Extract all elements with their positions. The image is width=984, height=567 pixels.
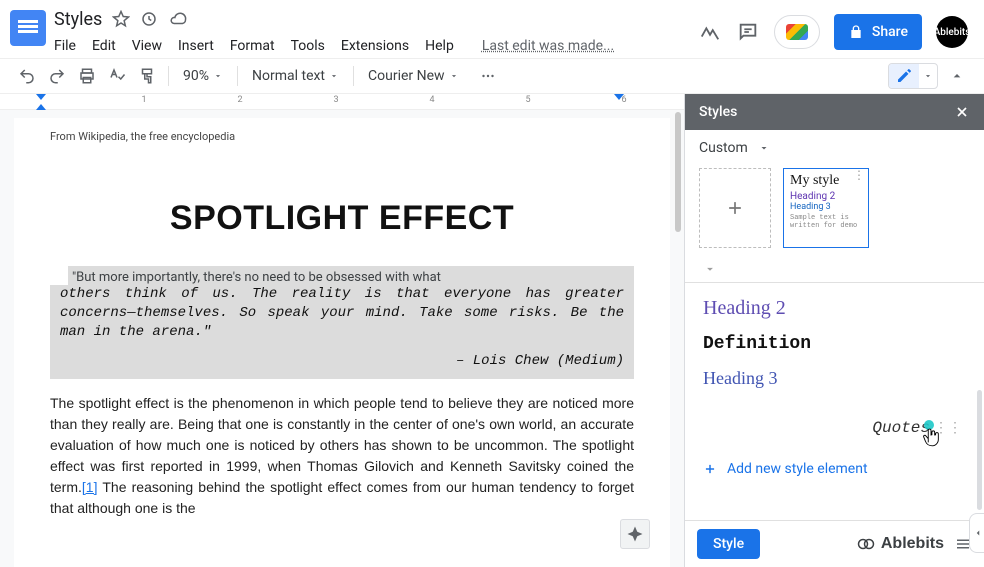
pencil-icon: [889, 64, 919, 88]
quote-block: others think of us. The reality is that …: [50, 285, 634, 379]
ablebits-logo-icon: [857, 535, 875, 553]
style-definition[interactable]: Definition: [703, 334, 966, 354]
ruler-tick: 3: [288, 95, 384, 105]
preset-title: My style: [790, 173, 862, 189]
zoom-dropdown[interactable]: 90%: [177, 63, 229, 89]
docs-logo-icon[interactable]: [10, 10, 46, 46]
add-style-element-button[interactable]: Add new style element: [685, 455, 984, 487]
plus-icon: [703, 462, 717, 476]
collapse-sidepanel-button[interactable]: [969, 513, 984, 553]
menu-view[interactable]: View: [132, 38, 162, 54]
style-heading3[interactable]: Heading 3: [703, 368, 966, 389]
panel-title: Styles: [699, 104, 737, 120]
ruler[interactable]: 1 2 3 4 5 6: [0, 94, 684, 110]
ruler-tick: 1: [96, 95, 192, 105]
add-preset-button[interactable]: [699, 168, 771, 248]
document-area: 1 2 3 4 5 6 From Wikipedia, the free enc…: [0, 94, 684, 567]
ruler-tick: 5: [480, 95, 576, 105]
menu-insert[interactable]: Insert: [178, 38, 214, 54]
move-icon[interactable]: [140, 10, 158, 28]
quote-text: others think of us. The reality is that …: [60, 286, 624, 340]
menu-edit[interactable]: Edit: [92, 38, 116, 54]
print-button[interactable]: [74, 63, 100, 89]
style-heading2[interactable]: Heading 2: [703, 297, 966, 320]
explore-button[interactable]: [620, 519, 650, 549]
page[interactable]: From Wikipedia, the free encyclopedia SP…: [14, 118, 670, 567]
drag-handle-icon[interactable]: ⋮⋮: [934, 424, 962, 432]
zoom-value: 90%: [183, 68, 209, 84]
menu-file[interactable]: File: [54, 38, 76, 54]
spellcheck-button[interactable]: [104, 63, 130, 89]
page-subtitle: From Wikipedia, the free encyclopedia: [50, 130, 634, 143]
font-value: Courier New: [368, 68, 445, 84]
apply-style-button[interactable]: Style: [697, 529, 760, 559]
style-preset-card[interactable]: ⋮ My style Heading 2 Heading 3 Sample te…: [783, 168, 869, 248]
chevron-down-icon: [923, 71, 933, 81]
style-quotes[interactable]: Quotes: [872, 419, 930, 437]
styles-panel: Styles Custom ⋮ My style Heading 2 Headi…: [684, 94, 984, 567]
cloud-status-icon[interactable]: [168, 10, 186, 28]
preset-h3: Heading 3: [790, 202, 862, 212]
panel-section-label: Custom: [699, 140, 748, 156]
chevron-down-icon: [329, 71, 339, 81]
scrollbar[interactable]: [675, 112, 681, 232]
ruler-tick: 4: [384, 95, 480, 105]
quote-attribution: – Lois Chew (Medium): [60, 352, 624, 371]
page-heading: SPOTLIGHT EFFECT: [50, 199, 634, 238]
redo-button[interactable]: [44, 63, 70, 89]
menu-format[interactable]: Format: [230, 38, 275, 54]
share-button[interactable]: Share: [834, 14, 922, 50]
document-title[interactable]: Styles: [54, 9, 102, 30]
avatar[interactable]: Ablebits: [936, 16, 968, 48]
share-label: Share: [872, 24, 908, 40]
quote-line: "But more importantly, there's no need t…: [68, 266, 634, 285]
more-toolbar-button[interactable]: [475, 63, 501, 89]
menu-tools[interactable]: Tools: [291, 38, 325, 54]
preset-sample: Sample text is written for demo: [790, 214, 862, 231]
lock-icon: [848, 24, 864, 40]
menu-help[interactable]: Help: [425, 38, 454, 54]
paragraph-style-dropdown[interactable]: Normal text: [246, 63, 345, 89]
menu-extensions[interactable]: Extensions: [341, 38, 409, 54]
ruler-tick: 2: [192, 95, 288, 105]
meet-button[interactable]: [774, 15, 820, 49]
chevron-down-icon[interactable]: [703, 262, 717, 276]
paragraph-style-value: Normal text: [252, 68, 325, 84]
add-style-label: Add new style element: [727, 461, 868, 477]
paint-format-button[interactable]: [134, 63, 160, 89]
chevron-down-icon: [213, 71, 223, 81]
meet-icon: [786, 24, 808, 40]
collapse-toolbar-button[interactable]: [944, 63, 970, 89]
font-dropdown[interactable]: Courier New: [362, 63, 465, 89]
citation-link[interactable]: [1]: [82, 479, 98, 495]
close-icon[interactable]: [954, 104, 970, 120]
body-paragraph: The spotlight effect is the phenomenon i…: [50, 393, 634, 519]
undo-button[interactable]: [14, 63, 40, 89]
star-icon[interactable]: [112, 10, 130, 28]
editing-mode-dropdown[interactable]: [888, 63, 938, 89]
panel-scrollbar[interactable]: [977, 390, 982, 510]
ablebits-brand[interactable]: Ablebits: [857, 535, 944, 553]
chevron-down-icon: [449, 71, 459, 81]
toolbar: 90% Normal text Courier New: [0, 58, 984, 94]
ruler-tick: 6: [576, 95, 672, 105]
preset-h2: Heading 2: [790, 191, 862, 202]
last-edit-link[interactable]: Last edit was made...: [482, 38, 614, 54]
more-icon[interactable]: ⋮: [853, 172, 865, 178]
titlebar: Styles File Edit View Insert Format Tool…: [0, 0, 984, 58]
click-indicator-icon: [924, 420, 934, 430]
brand-label: Ablebits: [881, 535, 944, 553]
comments-icon[interactable]: [736, 20, 760, 44]
menubar: File Edit View Insert Format Tools Exten…: [54, 32, 698, 60]
activity-icon[interactable]: [698, 20, 722, 44]
chevron-down-icon[interactable]: [758, 142, 770, 154]
